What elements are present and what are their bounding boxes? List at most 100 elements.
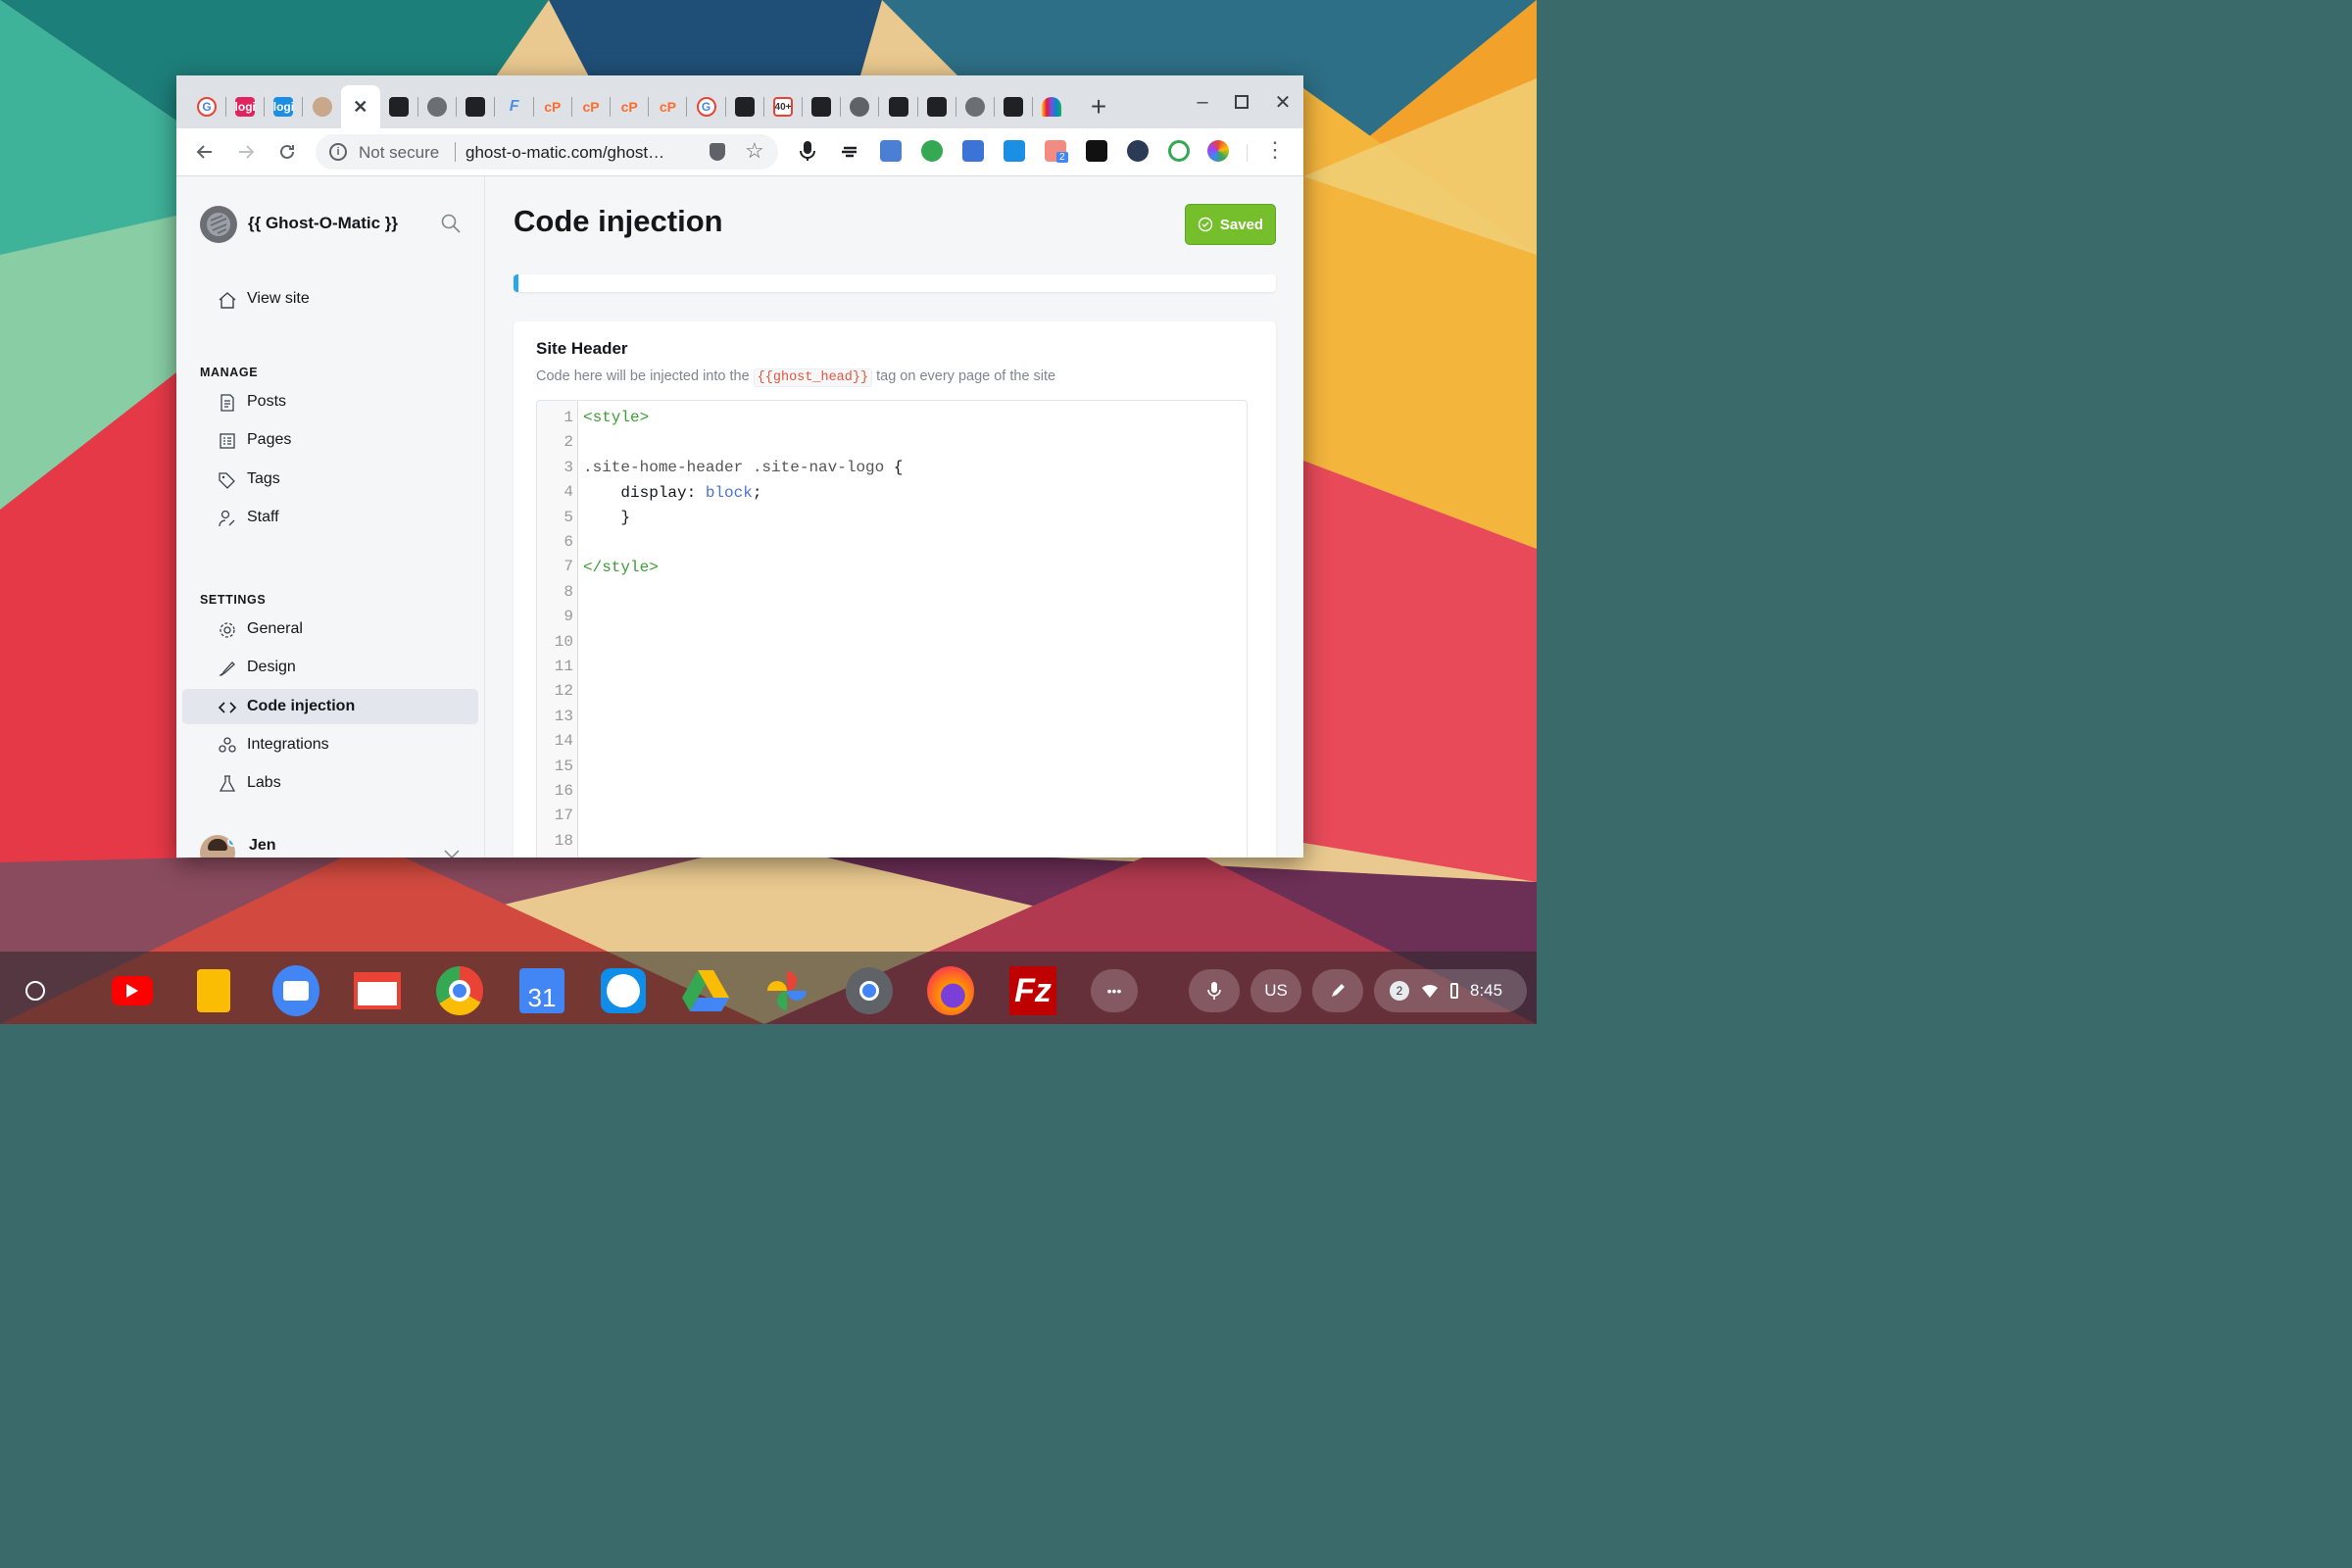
status-tray[interactable]: 2 8:45 [1374, 969, 1527, 1012]
browser-tab[interactable]: logi [228, 91, 262, 122]
browser-tab[interactable] [997, 91, 1030, 122]
filezilla-icon[interactable]: Fz [1009, 966, 1056, 1015]
avatar[interactable] [200, 835, 235, 858]
maximize-icon[interactable] [1227, 89, 1256, 115]
view-site-link[interactable]: View site [182, 281, 478, 317]
browser-tab[interactable]: G [190, 91, 223, 122]
sidebar-item-code-injection[interactable]: Code injection [182, 688, 478, 724]
circle-extension-icon[interactable] [1127, 140, 1149, 162]
browser-tab[interactable] [306, 91, 339, 122]
sidebar-item-general[interactable]: General [182, 612, 478, 647]
close-window-icon[interactable]: ✕ [1268, 89, 1298, 115]
browser-tab[interactable] [843, 91, 876, 122]
browser-tab[interactable] [882, 91, 915, 122]
text-lines-extension-icon[interactable] [839, 140, 860, 162]
drive-icon[interactable] [682, 967, 729, 1014]
sidebar-item-labs[interactable]: Labs [182, 765, 478, 801]
window-extension-icon[interactable] [1004, 140, 1025, 162]
refresh-extension-icon[interactable] [1168, 140, 1190, 162]
user-name[interactable]: Jen [249, 837, 276, 855]
sidebar-item-pages[interactable]: Pages [182, 422, 478, 458]
camera-icon[interactable] [846, 967, 893, 1014]
browser-tab[interactable] [805, 91, 838, 122]
browser-tab[interactable] [420, 91, 454, 122]
browser-tab[interactable]: cP [651, 91, 684, 122]
teamviewer-icon[interactable] [600, 967, 647, 1014]
browser-tab[interactable] [958, 91, 992, 122]
code-line-7[interactable]: </style> [583, 559, 659, 576]
browser-tab[interactable]: 40+ [766, 91, 800, 122]
bookmark-star-icon[interactable]: ☆ [745, 138, 764, 164]
search-icon[interactable] [441, 214, 461, 238]
sidebar-item-staff[interactable]: Staff [182, 500, 478, 535]
browser-tab[interactable]: cP [574, 91, 608, 122]
site-name[interactable]: {{ Ghost-O-Matic }} [248, 214, 398, 233]
mic-icon[interactable] [798, 140, 817, 162]
forward-icon[interactable] [232, 138, 260, 166]
browser-tab[interactable] [728, 91, 761, 122]
line-number: 16 [554, 782, 573, 800]
browser-tab[interactable]: F [498, 91, 531, 122]
ghost-sidebar: {{ Ghost-O-Matic }} View site MANAGE Pos… [176, 176, 485, 858]
mic-shelf-icon[interactable] [1189, 969, 1240, 1012]
back-icon[interactable] [191, 138, 219, 166]
docs-extension-icon[interactable] [880, 140, 902, 162]
more-menu-icon[interactable]: ⋮ [1264, 139, 1286, 162]
add-extension-icon[interactable] [921, 140, 943, 162]
code-line-3[interactable]: .site-home-header .site-nav-logo { [583, 459, 903, 476]
browser-tab[interactable] [459, 91, 492, 122]
shelf: 31 Fz ••• US 2 8:45 [0, 952, 1537, 1024]
crown-extension-icon[interactable] [1086, 140, 1107, 162]
keep-icon[interactable] [190, 967, 237, 1014]
sidebar-item-label: General [247, 620, 303, 637]
sidebar-item-design[interactable]: Design [182, 650, 478, 685]
chevron-down-icon[interactable] [444, 847, 460, 858]
photos-icon[interactable] [763, 967, 810, 1014]
address-bar[interactable]: i Not secure ghost-o-matic.com/ghost… ☆ [316, 134, 778, 170]
code-line-1[interactable]: <style> [583, 409, 649, 426]
minimize-icon[interactable]: – [1188, 89, 1217, 115]
gmail-icon[interactable] [354, 967, 401, 1014]
more-icon[interactable]: ••• [1091, 967, 1138, 1014]
sidebar-item-posts[interactable]: Posts [182, 384, 478, 419]
url-text[interactable]: ghost-o-matic.com/ghost… [466, 143, 664, 163]
ime-button[interactable]: US [1250, 969, 1301, 1012]
wifi-icon [1422, 984, 1438, 998]
shield-blocked-icon[interactable] [710, 143, 725, 161]
line-number: 7 [564, 558, 573, 576]
browser-tab[interactable]: G [690, 91, 723, 122]
browser-tab[interactable] [382, 91, 416, 122]
globe-icon [850, 97, 870, 117]
code-editor[interactable]: 1 2 3 4 5 6 7 8 9 10 11 12 13 14 15 16 17 18 <style> .sit… [536, 400, 1248, 858]
code-line-5[interactable]: } [583, 509, 630, 526]
sidebar-item-label: Staff [247, 508, 279, 525]
files-icon[interactable] [272, 965, 319, 1016]
info-icon[interactable]: i [329, 143, 347, 161]
browser-tab[interactable] [1035, 91, 1068, 122]
chrome-icon[interactable] [436, 966, 483, 1015]
browser-tab[interactable]: ✕ [340, 85, 380, 128]
write-extension-icon[interactable] [962, 140, 984, 162]
code-line-4[interactable]: display: block; [583, 484, 761, 502]
browser-tab[interactable]: cP [612, 91, 646, 122]
saved-button[interactable]: Saved [1185, 204, 1276, 245]
sidebar-item-tags[interactable]: Tags [182, 462, 478, 497]
avatar-icon [312, 97, 332, 117]
reload-icon[interactable] [273, 138, 301, 166]
browser-tab[interactable] [920, 91, 954, 122]
browser-tab[interactable]: logi [267, 91, 300, 122]
sidebar-item-integrations[interactable]: Integrations [182, 727, 478, 762]
new-tab-button[interactable]: + [1086, 91, 1111, 122]
calendar-icon[interactable]: 31 [518, 967, 565, 1014]
firefox-icon[interactable] [927, 966, 974, 1015]
youtube-icon[interactable] [109, 967, 156, 1014]
staff-icon [219, 510, 235, 526]
omnibox-divider [455, 142, 456, 162]
browser-tab[interactable]: cP [536, 91, 569, 122]
launcher-button[interactable] [12, 967, 59, 1014]
color-wheel-extension-icon[interactable] [1207, 140, 1229, 162]
doc-icon [811, 97, 832, 117]
puzzle-extension-icon[interactable]: 2 [1045, 140, 1068, 163]
stylus-icon[interactable] [1312, 969, 1363, 1012]
line-number: 5 [564, 508, 573, 526]
